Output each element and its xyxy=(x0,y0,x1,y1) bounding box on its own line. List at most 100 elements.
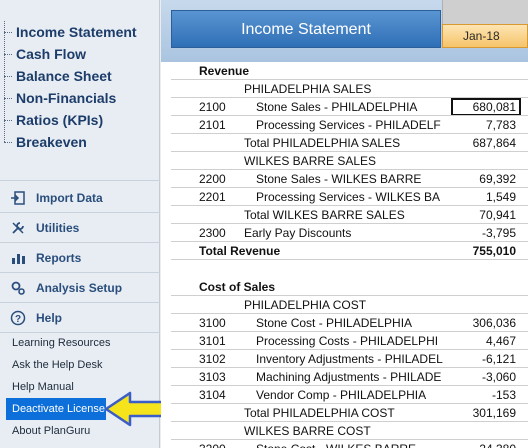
cell-value[interactable]: 306,036 xyxy=(473,316,516,330)
table-row[interactable]: Total Revenue 755,010 xyxy=(171,242,528,260)
account-code: 3101 xyxy=(199,334,226,348)
statement-grid: Revenue PHILADELPHIA SALES 2100 Stone Sales… xyxy=(171,62,528,448)
import-data-button[interactable]: Import Data xyxy=(0,183,160,213)
import-data-label: Import Data xyxy=(36,191,103,205)
table-row[interactable]: 3100 Stone Cost - PHILADELPHIA 306,036 xyxy=(171,314,528,332)
help-button[interactable]: ? Help xyxy=(0,303,160,333)
nav-divider xyxy=(0,180,160,181)
analysis-setup-label: Analysis Setup xyxy=(36,281,123,295)
cell-value[interactable]: 70,941 xyxy=(479,208,516,222)
table-row[interactable]: WILKES BARRE SALES xyxy=(171,152,528,170)
account-name: Stone Sales - PHILADELPHIA xyxy=(256,100,418,114)
account-name: Stone Cost - WILKES BARRE xyxy=(256,442,463,448)
account-code: 3200 xyxy=(199,442,226,448)
account-name: PHILADELPHIA COST xyxy=(244,298,367,312)
cell-value[interactable]: -6,121 xyxy=(482,352,516,366)
table-row[interactable]: WILKES BARRE COST xyxy=(171,422,528,440)
table-row[interactable]: 2200 Stone Sales - WILKES BARRE 69,392 xyxy=(171,170,528,188)
account-name: Stone Cost - PHILADELPHIA xyxy=(256,316,413,330)
table-row[interactable]: 3101 Processing Costs - PHILADELPHI 4,467 xyxy=(171,332,528,350)
account-name: WILKES BARRE SALES xyxy=(244,154,377,168)
cell-value[interactable]: 755,010 xyxy=(473,244,516,258)
account-code: 2101 xyxy=(199,118,226,132)
cell-value[interactable]: 687,864 xyxy=(473,136,516,150)
account-name: Total Revenue xyxy=(199,244,281,258)
account-code: 3104 xyxy=(199,388,226,402)
account-name: Processing Costs - PHILADELPHI xyxy=(256,334,439,348)
svg-text:?: ? xyxy=(15,314,21,325)
column-header-top xyxy=(442,0,528,24)
table-row[interactable]: 3102 Inventory Adjustments - PHILADEL -6,1… xyxy=(171,350,528,368)
table-row[interactable]: 3200 Stone Cost - WILKES BARRE 24,380 xyxy=(171,440,528,448)
account-name: Processing Services - PHILADELF xyxy=(256,118,441,132)
cell-value[interactable]: 24,380 xyxy=(479,442,516,448)
account-name: Processing Services - WILKES BA xyxy=(256,190,441,204)
table-row[interactable]: 2101 Processing Services - PHILADELF 7,783 xyxy=(171,116,528,134)
table-row[interactable]: Total WILKES BARRE SALES 70,941 xyxy=(171,206,528,224)
account-code: 2300 xyxy=(199,226,226,240)
sidebar: Income Statement Cash Flow Balance Sheet… xyxy=(0,0,160,448)
help-label: Help xyxy=(36,311,63,325)
table-row[interactable]: 2100 Stone Sales - PHILADELPHIA 680,081 xyxy=(171,98,528,116)
gears-icon xyxy=(10,280,26,296)
month-column-header[interactable]: Jan-18 xyxy=(442,24,528,48)
account-name: Early Pay Discounts xyxy=(244,226,352,240)
tree-item-breakeven[interactable]: Breakeven xyxy=(4,131,158,153)
table-row[interactable] xyxy=(171,260,528,278)
table-row[interactable]: PHILADELPHIA COST xyxy=(171,296,528,314)
utilities-button[interactable]: Utilities xyxy=(0,213,160,243)
selected-cell[interactable] xyxy=(451,98,521,116)
account-name: Cost of Sales xyxy=(199,280,276,294)
tree-item-ratios[interactable]: Ratios (KPIs) xyxy=(4,109,158,131)
deactivate-license-link[interactable]: Deactivate License xyxy=(6,398,106,420)
wrench-icon xyxy=(10,220,26,236)
account-code: 3102 xyxy=(199,352,226,366)
account-name: Total PHILADELPHIA SALES xyxy=(244,136,401,150)
cell-value[interactable]: 1,549 xyxy=(486,190,516,204)
cell-value[interactable]: -153 xyxy=(492,388,516,402)
help-icon: ? xyxy=(10,310,26,326)
account-code: 3103 xyxy=(199,370,226,384)
bar-chart-icon xyxy=(10,250,26,266)
cell-value[interactable]: 69,392 xyxy=(479,172,516,186)
account-name: WILKES BARRE COST xyxy=(244,424,371,438)
table-row[interactable]: 3103 Machining Adjustments - PHILADE -3,06… xyxy=(171,368,528,386)
account-name: Inventory Adjustments - PHILADEL xyxy=(256,352,443,366)
cell-value[interactable]: 7,783 xyxy=(486,118,516,132)
report-title: Income Statement xyxy=(171,10,441,48)
learning-resources-link[interactable]: Learning Resources xyxy=(0,332,160,354)
analysis-setup-button[interactable]: Analysis Setup xyxy=(0,273,160,303)
table-row[interactable]: Cost of Sales xyxy=(171,278,528,296)
tree-item-income-statement[interactable]: Income Statement xyxy=(4,21,158,43)
account-name: Revenue xyxy=(199,64,250,78)
table-row[interactable]: Total PHILADELPHIA SALES 687,864 xyxy=(171,134,528,152)
table-row[interactable]: PHILADELPHIA SALES xyxy=(171,80,528,98)
account-name: Vendor Comp - PHILADELPHIA xyxy=(256,388,427,402)
account-name: Stone Sales - WILKES BARRE xyxy=(256,172,422,186)
account-name: Machining Adjustments - PHILADE xyxy=(256,370,442,384)
tree-item-non-financials[interactable]: Non-Financials xyxy=(4,87,158,109)
table-row[interactable]: 3104 Vendor Comp - PHILADELPHIA -153 xyxy=(171,386,528,404)
import-icon xyxy=(10,190,26,206)
table-row[interactable]: 2300 Early Pay Discounts -3,795 xyxy=(171,224,528,242)
utilities-label: Utilities xyxy=(36,221,80,235)
account-code: 2201 xyxy=(199,190,226,204)
income-statement-panel: Income Statement Jan-18 Revenue PHILADELP… xyxy=(161,0,528,448)
cell-value[interactable]: -3,795 xyxy=(482,226,516,240)
account-name: Total PHILADELPHIA COST xyxy=(244,406,395,420)
tree-item-balance-sheet[interactable]: Balance Sheet xyxy=(4,65,158,87)
cell-value[interactable]: -3,060 xyxy=(482,370,516,384)
cell-value[interactable]: 4,467 xyxy=(486,334,516,348)
account-name: Total WILKES BARRE SALES xyxy=(244,208,405,222)
reports-button[interactable]: Reports xyxy=(0,243,160,273)
account-code: 3100 xyxy=(199,316,226,330)
table-row[interactable]: 2201 Processing Services - WILKES BA 1,549 xyxy=(171,188,528,206)
report-tree: Income Statement Cash Flow Balance Sheet… xyxy=(4,21,158,153)
ask-help-desk-link[interactable]: Ask the Help Desk xyxy=(0,354,160,376)
table-row[interactable]: Total PHILADELPHIA COST 301,169 xyxy=(171,404,528,422)
reports-label: Reports xyxy=(36,251,82,265)
table-row[interactable]: Revenue xyxy=(171,62,528,80)
tree-item-cash-flow[interactable]: Cash Flow xyxy=(4,43,158,65)
cell-value[interactable]: 301,169 xyxy=(473,406,516,420)
account-code: 2100 xyxy=(199,100,226,114)
